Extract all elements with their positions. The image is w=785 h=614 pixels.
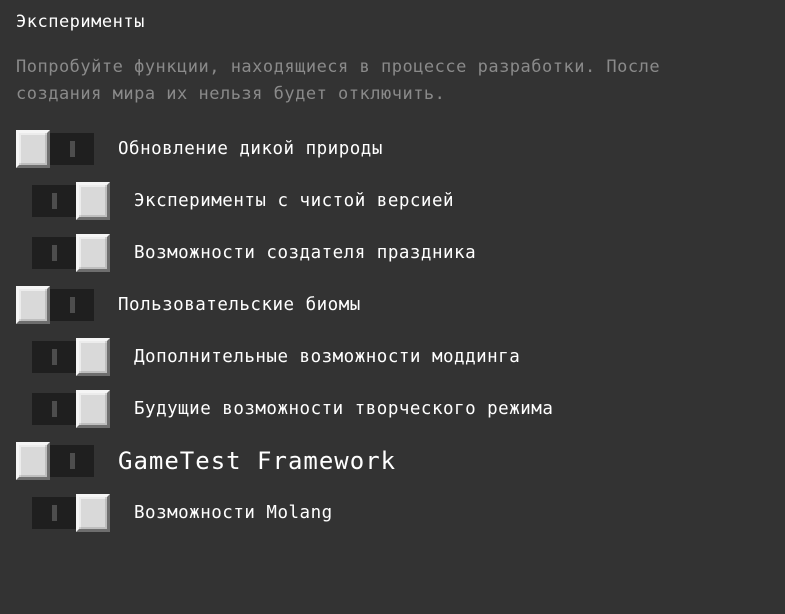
toggle-indicator-icon [52,349,57,365]
toggle-switch[interactable] [32,234,110,272]
option-label: GameTest Framework [118,447,396,475]
option-row: Пользовательские биомы [16,286,769,324]
toggle-knob [16,130,50,168]
toggle-track [32,341,76,373]
toggle-knob [76,390,110,428]
toggle-track [32,393,76,425]
toggle-track [50,445,94,477]
option-label: Эксперименты с чистой версией [134,191,454,211]
toggle-knob [76,182,110,220]
option-row: Обновление дикой природы [16,130,769,168]
toggle-switch[interactable] [32,494,110,532]
option-label: Будущие возможности творческого режима [134,399,553,419]
options-list: Обновление дикой природы Эксперименты с ч… [16,130,769,532]
section-description: Попробуйте функции, находящиеся в процес… [16,54,756,108]
option-row: Возможности Molang [16,494,769,532]
toggle-switch[interactable] [16,442,94,480]
toggle-switch[interactable] [32,338,110,376]
toggle-knob [76,338,110,376]
option-label: Обновление дикой природы [118,139,383,159]
toggle-knob [76,234,110,272]
toggle-switch[interactable] [32,182,110,220]
toggle-track [50,289,94,321]
toggle-switch[interactable] [32,390,110,428]
toggle-indicator-icon [52,193,57,209]
option-row: Дополнительные возможности моддинга [16,338,769,376]
toggle-track [32,185,76,217]
toggle-indicator-icon [70,297,75,313]
option-label: Пользовательские биомы [118,295,361,315]
option-row: Возможности создателя праздника [16,234,769,272]
toggle-track [32,497,76,529]
toggle-indicator-icon [52,505,57,521]
toggle-indicator-icon [70,141,75,157]
option-row: Эксперименты с чистой версией [16,182,769,220]
section-title: Эксперименты [16,12,769,32]
option-label: Дополнительные возможности моддинга [134,347,520,367]
toggle-indicator-icon [52,245,57,261]
toggle-switch[interactable] [16,286,94,324]
toggle-indicator-icon [52,401,57,417]
toggle-switch[interactable] [16,130,94,168]
option-row: GameTest Framework [16,442,769,480]
toggle-knob [16,442,50,480]
toggle-knob [16,286,50,324]
toggle-indicator-icon [70,453,75,469]
option-row: Будущие возможности творческого режима [16,390,769,428]
toggle-knob [76,494,110,532]
toggle-track [32,237,76,269]
toggle-track [50,133,94,165]
option-label: Возможности создателя праздника [134,243,476,263]
option-label: Возможности Molang [134,503,333,523]
